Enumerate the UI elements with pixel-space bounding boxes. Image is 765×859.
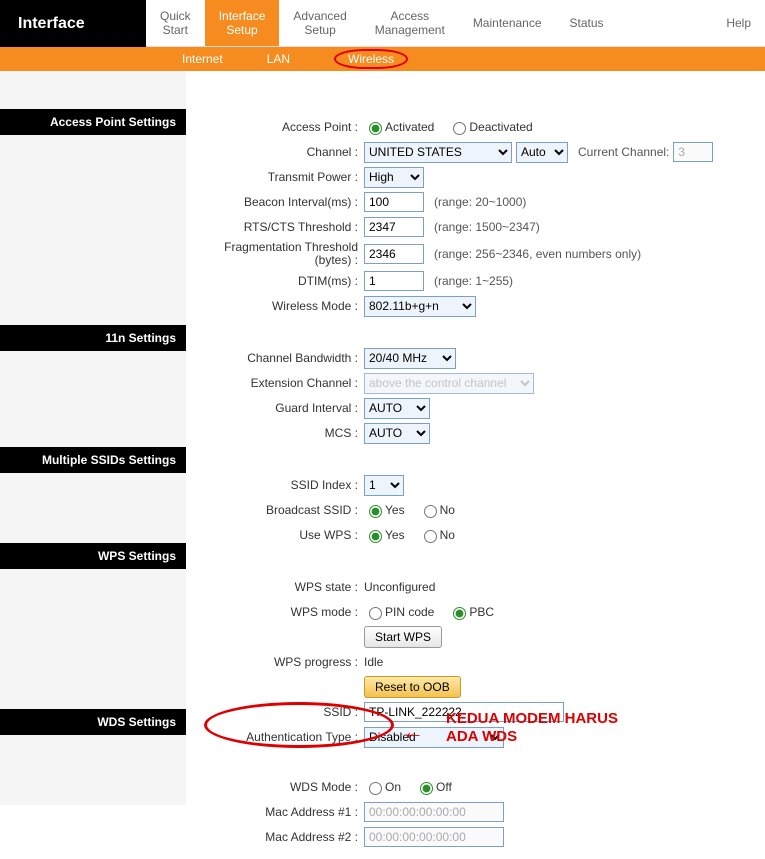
subnav-lan[interactable]: LAN [267, 52, 290, 66]
wmode-label: Wireless Mode : [194, 299, 364, 313]
bandwidth-select[interactable]: 20/40 MHz [364, 348, 456, 369]
ssid-label: SSID : [194, 705, 364, 719]
gi-label: Guard Interval : [194, 401, 364, 415]
tx-power-label: Transmit Power : [194, 170, 364, 184]
nav-advanced-setup[interactable]: AdvancedSetup [279, 0, 360, 46]
section-11n: 11n Settings [0, 325, 186, 351]
mac1-label: Mac Address #1 : [194, 805, 364, 819]
main-nav: QuickStart InterfaceSetup AdvancedSetup … [146, 0, 765, 47]
ssid-input[interactable] [364, 702, 564, 722]
frag-label: Fragmentation Threshold (bytes) : [194, 241, 364, 267]
start-wps-button[interactable]: Start WPS [364, 626, 442, 648]
wps-state-label: WPS state : [194, 580, 364, 594]
wps-pbc-radio[interactable] [453, 607, 466, 620]
broadcast-no-radio[interactable] [424, 505, 437, 518]
auth-type-select[interactable]: Disabled [364, 727, 504, 748]
wds-mode-label: WDS Mode : [194, 780, 364, 794]
wds-off-radio[interactable] [420, 782, 433, 795]
rts-input[interactable] [364, 217, 424, 237]
mac1-input [364, 802, 504, 822]
mcs-label: MCS : [194, 426, 364, 440]
bw-label: Channel Bandwidth : [194, 351, 364, 365]
broadcast-ssid-label: Broadcast SSID : [194, 503, 364, 517]
page-title: Interface [0, 0, 146, 47]
reset-oob-button[interactable]: Reset to OOB [364, 676, 461, 698]
ext-channel-select: above the control channel [364, 373, 534, 394]
tx-power-select[interactable]: High [364, 167, 424, 188]
section-wps: WPS Settings [0, 543, 186, 569]
ap-deactivated-radio[interactable] [453, 122, 466, 135]
channel-label: Channel : [194, 145, 364, 159]
wps-progress-label: WPS progress : [194, 655, 364, 669]
subnav-wireless[interactable]: Wireless [334, 49, 408, 69]
rts-label: RTS/CTS Threshold : [194, 220, 364, 234]
nav-access-management[interactable]: AccessManagement [361, 0, 459, 46]
wps-state-value: Unconfigured [364, 580, 435, 594]
guard-interval-select[interactable]: AUTO [364, 398, 430, 419]
section-ap: Access Point Settings [0, 109, 186, 135]
beacon-input[interactable] [364, 192, 424, 212]
wireless-mode-select[interactable]: 802.11b+g+n [364, 296, 476, 317]
ext-label: Extension Channel : [194, 376, 364, 390]
nav-help[interactable]: Help [712, 0, 765, 46]
ssid-index-label: SSID Index : [194, 478, 364, 492]
current-channel-label: Current Channel: [578, 145, 669, 159]
section-wds: WDS Settings [0, 709, 186, 735]
broadcast-yes-radio[interactable] [369, 505, 382, 518]
ssid-index-select[interactable]: 1 [364, 475, 404, 496]
sub-nav: Internet LAN Wireless [0, 47, 765, 71]
channel-auto-select[interactable]: Auto [516, 142, 568, 163]
dtim-label: DTIM(ms) : [194, 274, 364, 288]
mac2-label: Mac Address #2 : [194, 830, 364, 844]
mcs-select[interactable]: AUTO [364, 423, 430, 444]
section-sidebar: Access Point Settings 11n Settings Multi… [0, 71, 186, 859]
nav-maintenance[interactable]: Maintenance [459, 0, 556, 46]
nav-interface-setup[interactable]: InterfaceSetup [205, 0, 280, 46]
section-mss: Multiple SSIDs Settings [0, 447, 186, 473]
wps-pin-radio[interactable] [369, 607, 382, 620]
ap-activated-radio[interactable] [369, 122, 382, 135]
auth-type-label: Authentication Type : [194, 730, 364, 744]
current-channel-field [673, 142, 713, 162]
use-wps-label: Use WPS : [194, 528, 364, 542]
subnav-internet[interactable]: Internet [182, 52, 223, 66]
wps-mode-label: WPS mode : [194, 605, 364, 619]
nav-status[interactable]: Status [556, 0, 618, 46]
use-wps-no-radio[interactable] [424, 530, 437, 543]
main-panel: Access Point : Activated Deactivated Cha… [186, 71, 765, 859]
dtim-input[interactable] [364, 271, 424, 291]
mac2-input [364, 827, 504, 847]
channel-country-select[interactable]: UNITED STATES [364, 142, 512, 163]
frag-input[interactable] [364, 244, 424, 264]
beacon-label: Beacon Interval(ms) : [194, 195, 364, 209]
nav-quick-start[interactable]: QuickStart [146, 0, 205, 46]
wps-progress-value: Idle [364, 655, 383, 669]
use-wps-yes-radio[interactable] [369, 530, 382, 543]
access-point-label: Access Point : [194, 120, 364, 134]
wds-on-radio[interactable] [369, 782, 382, 795]
